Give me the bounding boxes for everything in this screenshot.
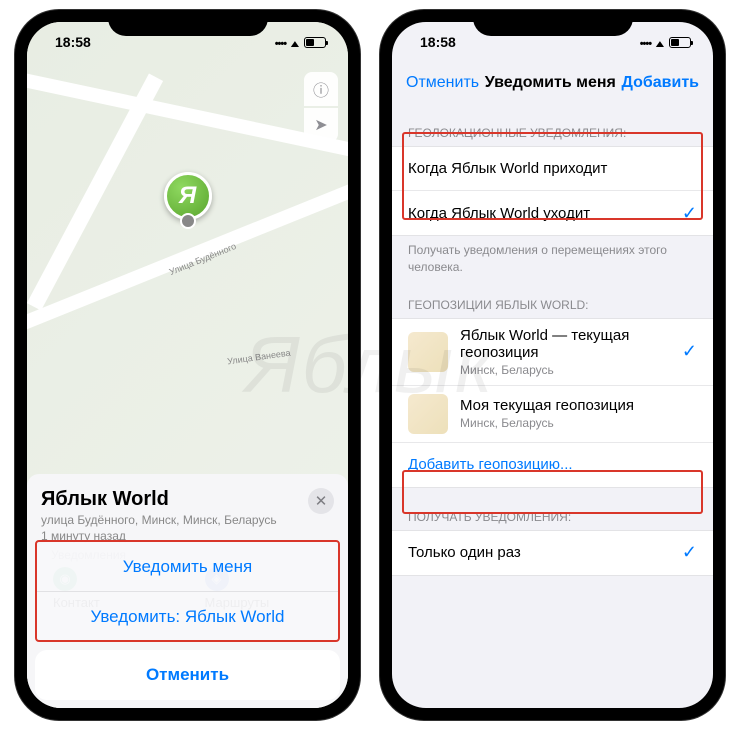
screen-right: 18:58 Отменить Уведомить меня Добавить Г… <box>392 22 713 708</box>
nav-title: Уведомить меня <box>485 74 616 92</box>
card-address: улица Будённого, Минск, Минск, Беларусь <box>41 513 277 527</box>
map-thumb-icon <box>408 332 448 372</box>
notch <box>473 10 633 36</box>
cancel-button[interactable]: Отменить <box>35 650 340 700</box>
signal-icon <box>640 34 651 50</box>
screen-left: Улица Будённого Улица Ванеева Я 18:58 ⓘ … <box>27 22 348 708</box>
nav-add[interactable]: Добавить <box>622 74 700 92</box>
action-sheet: Уведомить меня Уведомить: Яблык World От… <box>35 542 340 700</box>
wifi-icon <box>655 34 665 50</box>
checkmark-icon: ✓ <box>682 341 697 362</box>
checkmark-icon: ✓ <box>682 542 697 563</box>
settings-list: ГЕОЛОКАЦИОННЫЕ УВЕДОМЛЕНИЯ: Когда Яблык … <box>392 104 713 708</box>
nav-cancel[interactable]: Отменить <box>406 74 479 92</box>
road <box>27 71 348 168</box>
notch <box>108 10 268 36</box>
map-controls: ⓘ ➤ <box>304 72 338 142</box>
add-location-button[interactable]: Добавить геопозицию... <box>392 443 713 487</box>
map-thumb-icon <box>408 394 448 434</box>
locate-button[interactable]: ➤ <box>304 108 338 142</box>
notify-me-button[interactable]: Уведомить меня <box>35 542 340 592</box>
close-button[interactable]: ✕ <box>308 488 334 514</box>
section-footer: Получать уведомления о перемещениях этог… <box>392 236 713 276</box>
location-current-mine[interactable]: Моя текущая геопозиция Минск, Беларусь <box>392 386 713 443</box>
notify-other-button[interactable]: Уведомить: Яблык World <box>35 592 340 642</box>
frequency-once[interactable]: Только один раз ✓ <box>392 531 713 575</box>
nav-bar: Отменить Уведомить меня Добавить <box>392 62 713 104</box>
battery-icon <box>669 37 691 48</box>
status-time: 18:58 <box>55 34 91 50</box>
option-leave[interactable]: Когда Яблык World уходит ✓ <box>392 191 713 235</box>
checkmark-icon: ✓ <box>682 203 697 224</box>
location-pin[interactable]: Я <box>164 172 212 220</box>
status-icons <box>275 34 326 50</box>
section-header: ПОЛУЧАТЬ УВЕДОМЛЕНИЯ: <box>392 488 713 530</box>
section-header: ГЕОЛОКАЦИОННЫЕ УВЕДОМЛЕНИЯ: <box>392 104 713 146</box>
option-arrive[interactable]: Когда Яблык World приходит <box>392 147 713 191</box>
signal-icon <box>275 34 286 50</box>
card-title: Яблык World <box>41 488 277 511</box>
wifi-icon <box>290 34 300 50</box>
section-header: ГЕОПОЗИЦИИ ЯБЛЫК WORLD: <box>392 276 713 318</box>
info-button[interactable]: ⓘ <box>304 72 338 106</box>
status-time: 18:58 <box>420 34 456 50</box>
card-time: 1 минуту назад <box>41 529 277 543</box>
battery-icon <box>304 37 326 48</box>
phone-right: 18:58 Отменить Уведомить меня Добавить Г… <box>380 10 725 720</box>
road-label: Улица Ванеева <box>227 348 292 367</box>
status-icons <box>640 34 691 50</box>
phone-left: Улица Будённого Улица Ванеева Я 18:58 ⓘ … <box>15 10 360 720</box>
location-current-other[interactable]: Яблык World — текущая геопозиция Минск, … <box>392 319 713 386</box>
